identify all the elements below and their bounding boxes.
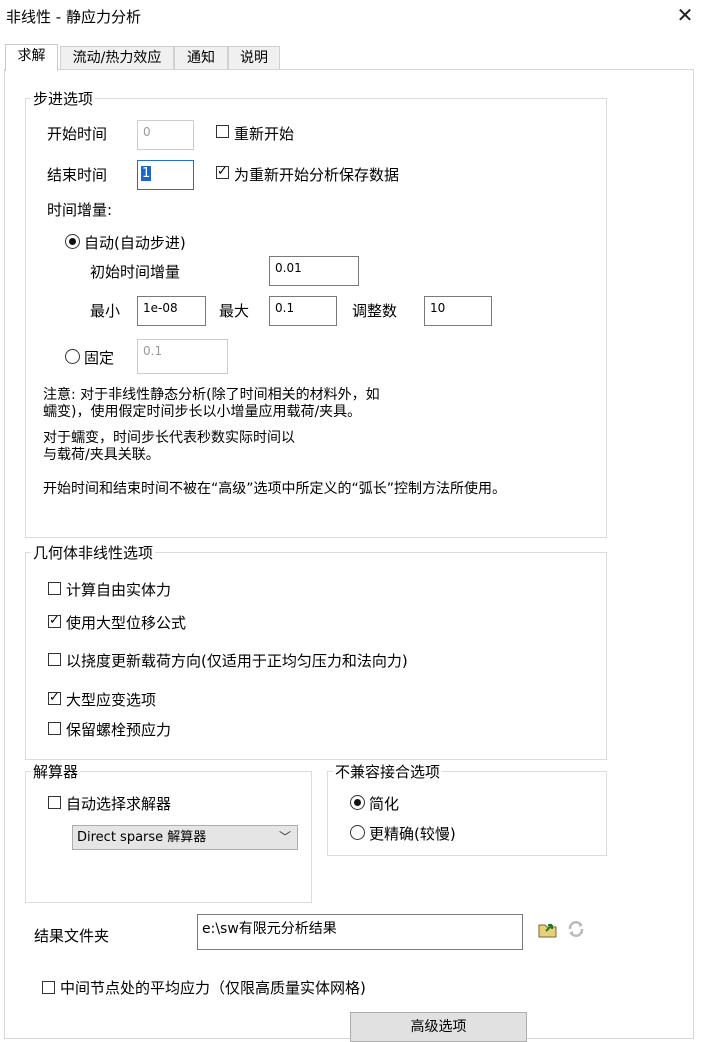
arc-length-note: 开始时间和结束时间不被在“高级”选项中所定义的“弧长”控制方法所使用。 [43,481,507,497]
auto-step-radio[interactable] [65,234,80,249]
creep-note-line-2: 与载荷/夹具关联。 [43,447,160,463]
max-increment-input[interactable]: 0.1 [269,296,337,326]
time-increment-label: 时间增量: [47,201,113,219]
free-body-force-checkbox[interactable] [48,582,61,595]
note-line-2: 蠕变)，使用假定时间步长以小增量应用载荷/夹具。 [43,404,362,420]
fixed-step-radio[interactable] [65,349,80,364]
tab-notification[interactable]: 通知 [174,46,228,70]
initial-increment-input[interactable]: 0.01 [269,256,359,286]
restart-checkbox[interactable] [216,125,229,138]
close-icon[interactable]: ✕ [672,3,698,29]
more-accurate-label: 更精确(较慢) [369,825,456,843]
update-load-direction-label: 以挠度更新载荷方向(仅适用于正均匀压力和法向力) [66,652,408,670]
auto-select-solver-checkbox[interactable] [48,796,61,809]
large-strain-label: 大型应变选项 [66,691,157,709]
incompatible-bonding-legend: 不兼容接合选项 [333,761,443,782]
refresh-icon[interactable] [565,918,587,940]
advanced-options-button[interactable]: 高级选项 [350,1012,527,1042]
restart-label: 重新开始 [234,125,295,143]
stepping-options-legend: 步进选项 [31,88,96,109]
end-time-value: 1 [141,166,152,181]
initial-increment-label: 初始时间增量 [90,263,181,281]
adjust-count-input[interactable]: 10 [424,296,492,326]
tab-description[interactable]: 说明 [228,46,280,70]
free-body-force-label: 计算自由实体力 [66,581,172,599]
solver-select[interactable]: Direct sparse 解算器 ﹀ [72,825,298,850]
save-restart-checkbox[interactable]: ✓ [216,165,229,179]
min-increment-input[interactable]: 1e-08 [137,296,206,326]
end-time-input[interactable]: 1 [137,160,194,190]
tab-flow-thermal[interactable]: 流动/热力效应 [60,46,174,70]
auto-select-solver-label: 自动选择求解器 [66,795,172,813]
results-folder-label: 结果文件夹 [34,927,110,945]
min-label: 最小 [90,302,121,320]
fixed-step-input[interactable]: 0.1 [137,339,228,374]
more-accurate-radio[interactable] [350,825,365,840]
update-load-direction-checkbox[interactable] [48,653,61,666]
large-displacement-label: 使用大型位移公式 [66,614,187,632]
fixed-step-label: 固定 [84,349,115,367]
results-folder-input[interactable]: e:\sw有限元分析结果 [197,914,523,950]
solver-legend: 解算器 [31,761,81,782]
window-title: 非线性 - 静应力分析 [6,8,141,26]
simplified-label: 简化 [369,795,400,813]
geometry-options-legend: 几何体非线性选项 [31,542,156,563]
save-restart-label: 为重新开始分析保存数据 [234,166,400,184]
chevron-down-icon: ﹀ [278,830,291,844]
start-time-label: 开始时间 [47,125,108,143]
bolt-prestress-checkbox[interactable] [48,722,61,735]
large-displacement-checkbox[interactable]: ✓ [48,614,61,628]
adjust-label: 调整数 [352,302,398,320]
auto-step-label: 自动(自动步进) [84,234,186,252]
solver-select-value: Direct sparse 解算器 [77,830,207,845]
large-strain-checkbox[interactable]: ✓ [48,691,61,705]
tab-solve[interactable]: 求解 [5,44,58,71]
start-time-input[interactable]: 0 [137,120,194,150]
max-label: 最大 [219,302,250,320]
simplified-radio[interactable] [350,795,365,810]
bolt-prestress-label: 保留螺栓预应力 [66,721,172,739]
average-stress-label: 中间节点处的平均应力（仅限高质量实体网格) [60,979,366,997]
browse-folder-icon[interactable] [537,918,559,940]
tab-strip: 求解 流动/热力效应 通知 说明 [0,44,703,71]
end-time-label: 结束时间 [47,166,108,184]
average-stress-checkbox[interactable] [42,981,55,994]
